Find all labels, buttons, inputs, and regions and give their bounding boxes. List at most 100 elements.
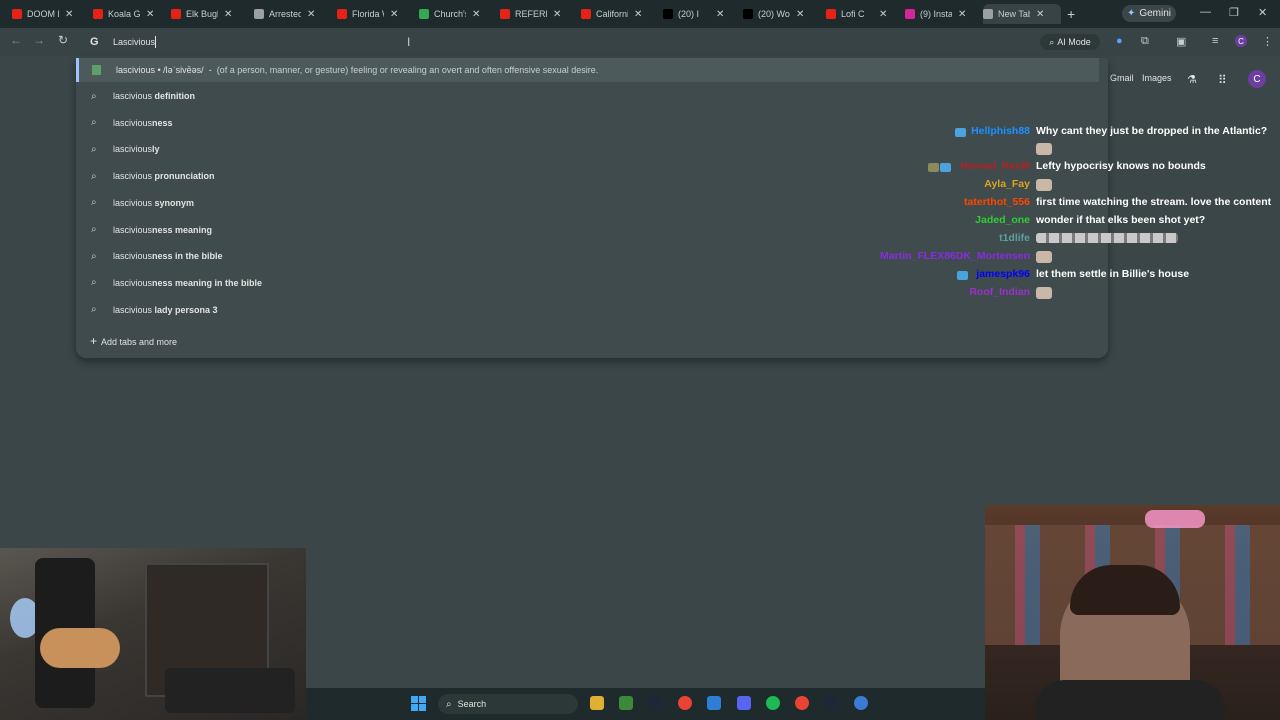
search-icon: ⌕ <box>91 197 97 209</box>
suggestion-base: lascivious <box>113 197 153 208</box>
search-suggestion[interactable]: ⌕ lasciviousness <box>76 111 1108 135</box>
address-bar[interactable] <box>80 31 1110 53</box>
tab-7[interactable]: California ✕ <box>581 4 653 24</box>
terminal-icon[interactable] <box>619 696 633 710</box>
suggestion-text: lasciviousness meaning in the bible <box>113 278 262 288</box>
minimize-icon[interactable]: — <box>1200 6 1211 18</box>
search-suggestion[interactable]: ⌕ lascivious lady persona 3 <box>76 298 1108 322</box>
puzzle-icon[interactable]: ⧉ <box>1141 35 1149 48</box>
close-tab-icon[interactable]: ✕ <box>390 9 398 20</box>
discord-icon[interactable] <box>737 696 751 710</box>
x-icon <box>663 9 673 19</box>
search-suggestion[interactable]: ⌕ lascivious pronunciation <box>76 164 1108 188</box>
close-tab-icon[interactable]: ✕ <box>796 9 804 20</box>
close-tab-icon[interactable]: ✕ <box>958 9 966 20</box>
suggestion-completion: definition <box>152 91 196 101</box>
plus-icon: + <box>90 334 98 348</box>
tab-12[interactable]: New Tab ✕ <box>983 4 1061 24</box>
tab-8[interactable]: (20) I ✕ <box>663 4 735 24</box>
search-suggestion[interactable]: ⌕ lasciviously <box>76 137 1108 161</box>
steam-icon[interactable] <box>648 696 662 710</box>
tab-10[interactable]: Lofi C ✕ <box>826 4 898 24</box>
labs-icon[interactable]: ⚗ <box>1187 73 1197 86</box>
images-link[interactable]: Images <box>1142 73 1172 83</box>
suggestion-text: lascivious definition <box>113 91 195 101</box>
definition-suggestion[interactable]: lascivious • /ləˈsivēəs/ - (of a person,… <box>76 58 1099 82</box>
add-tabs-label: Add tabs and more <box>101 337 178 347</box>
tab-title: Lofi C <box>841 9 865 19</box>
close-tab-icon[interactable]: ✕ <box>146 9 154 20</box>
chrome-icon <box>983 9 993 19</box>
chat-emote <box>1036 287 1052 299</box>
ai-mode-button[interactable]: ⌕ AI Mode <box>1040 34 1100 50</box>
close-tab-icon[interactable]: ✕ <box>307 9 315 20</box>
windows-start-icon[interactable] <box>411 696 426 711</box>
search-suggestion[interactable]: ⌕ lascivious synonym <box>76 191 1108 215</box>
globe-icon <box>254 9 264 19</box>
tab-1[interactable]: Koala Ge ✕ <box>93 4 165 24</box>
taskbar-search[interactable]: ⌕ Search <box>438 694 578 714</box>
spotify-icon[interactable] <box>766 696 780 710</box>
tab-11[interactable]: (9) Instag ✕ <box>905 4 977 24</box>
youtube-icon <box>93 9 103 19</box>
gmail-link[interactable]: Gmail <box>1110 73 1134 83</box>
app-secondary-icon[interactable] <box>854 696 868 710</box>
chat-username: Roof_Indian <box>969 286 1030 298</box>
tab-6[interactable]: REFEREE ✕ <box>500 4 572 24</box>
tab-title: California <box>596 9 628 19</box>
tab-2[interactable]: Elk Bugle ✕ <box>171 4 243 24</box>
chat-badge-icon <box>957 271 968 280</box>
search-suggestion[interactable]: ⌕ lasciviousness meaning <box>76 218 1108 242</box>
close-window-icon[interactable]: ✕ <box>1258 6 1267 19</box>
side-panel-icon[interactable]: ▣ <box>1176 35 1186 48</box>
close-tab-icon[interactable]: ✕ <box>224 9 232 20</box>
definition-word: lascivious <box>116 65 156 75</box>
close-tab-icon[interactable]: ✕ <box>472 9 480 20</box>
suggestion-text: lasciviousness in the bible <box>113 251 223 261</box>
forward-icon[interactable]: → <box>33 33 45 47</box>
add-tabs-button[interactable]: + Add tabs and more <box>90 334 181 348</box>
profile-avatar[interactable]: C <box>1235 35 1247 47</box>
close-tab-icon[interactable]: ✕ <box>1036 9 1044 20</box>
webcam-room-view <box>0 548 306 720</box>
tab-9[interactable]: (20) Worl ✕ <box>743 4 815 24</box>
tab-5[interactable]: Church's ✕ <box>419 4 491 24</box>
tab-4[interactable]: Florida W ✕ <box>337 4 409 24</box>
tab-3[interactable]: Arrested ✕ <box>254 4 326 24</box>
extension-icon[interactable]: ● <box>1116 35 1123 47</box>
back-icon[interactable]: ← <box>10 33 22 47</box>
tab-0[interactable]: DOOM F ✕ <box>12 4 84 24</box>
youtube-icon <box>581 9 591 19</box>
close-tab-icon[interactable]: ✕ <box>879 9 887 20</box>
app-icon[interactable] <box>707 696 721 710</box>
close-tab-icon[interactable]: ✕ <box>65 9 73 20</box>
media-control-icon[interactable]: ≡ <box>1212 35 1218 47</box>
address-input[interactable]: Lascivious <box>113 37 155 47</box>
chrome-active-icon[interactable] <box>795 696 809 710</box>
search-icon: ⌕ <box>91 90 97 102</box>
search-suggestion[interactable]: ⌕ lasciviousness meaning in the bible <box>76 271 1108 295</box>
restore-icon[interactable]: ❐ <box>1229 6 1239 19</box>
close-tab-icon[interactable]: ✕ <box>553 9 561 20</box>
tab-title: New Tab <box>998 9 1030 19</box>
chat-message: wonder if that elks been shot yet? <box>1036 214 1206 226</box>
close-tab-icon[interactable]: ✕ <box>634 9 642 20</box>
apps-grid-icon[interactable]: ⠿ <box>1218 73 1227 87</box>
close-tab-icon[interactable]: ✕ <box>716 9 724 20</box>
text-cursor-icon: I <box>407 35 411 49</box>
menu-icon[interactable]: ⋮ <box>1262 35 1273 48</box>
suggestion-text: lasciviousness meaning <box>113 225 212 235</box>
gemini-button[interactable]: ✦ Gemini <box>1122 5 1176 22</box>
chrome-icon[interactable] <box>678 696 692 710</box>
tab-title: Florida W <box>352 9 384 19</box>
text-caret <box>155 36 156 48</box>
streamer-shirt-shape <box>1035 680 1225 720</box>
definition-pronunciation: /ləˈsivēəs/ <box>163 65 204 75</box>
steam-secondary-icon[interactable] <box>824 696 838 710</box>
new-tab-button[interactable]: + <box>1067 6 1075 22</box>
reload-icon[interactable]: ↻ <box>58 33 68 47</box>
suggestion-base: lascivious <box>113 144 153 155</box>
search-suggestion[interactable]: ⌕ lascivious definition <box>76 84 1108 108</box>
google-account-avatar[interactable]: C <box>1248 70 1266 88</box>
file-explorer-icon[interactable] <box>590 696 604 710</box>
